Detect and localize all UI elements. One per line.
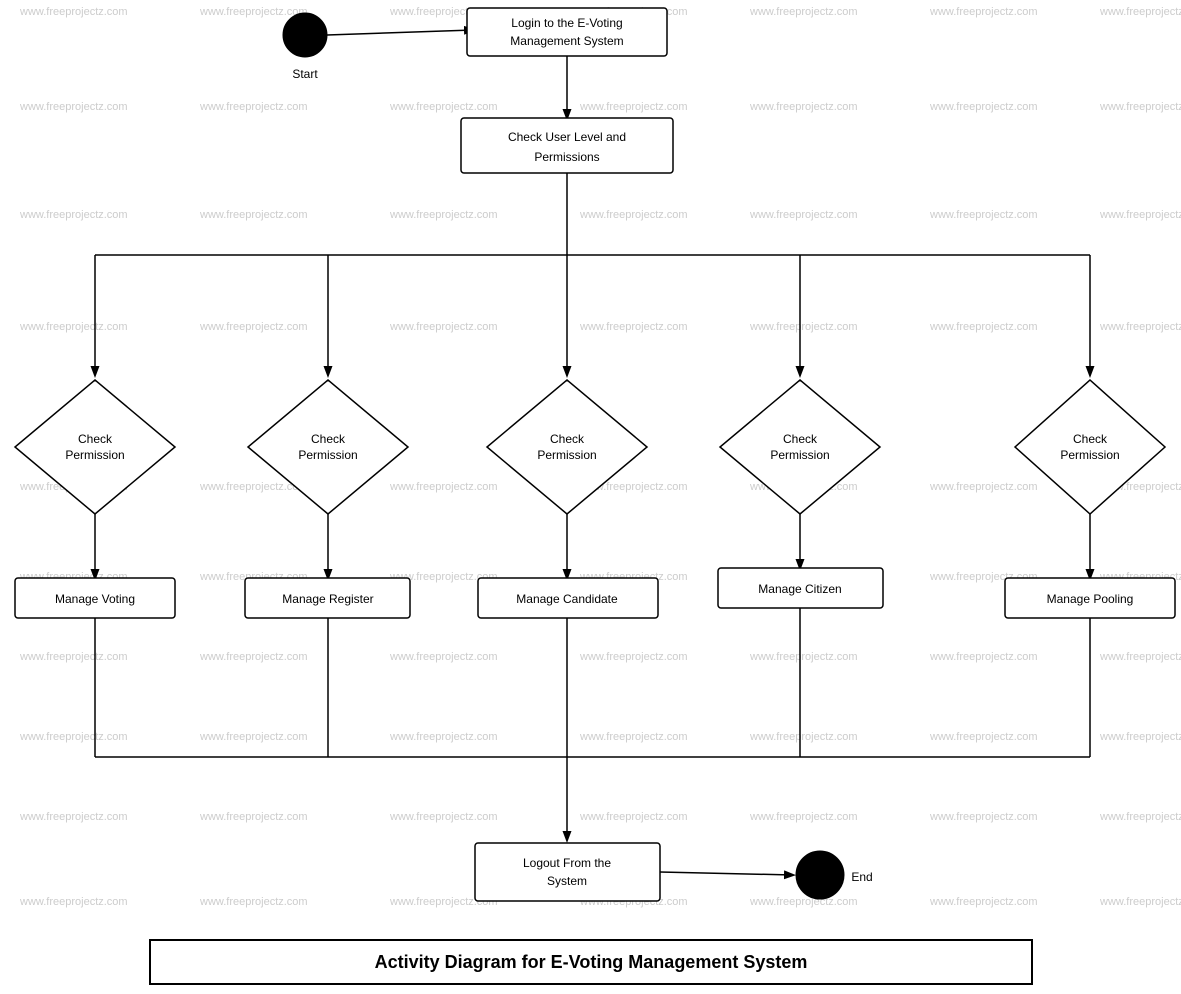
svg-text:www.freeprojectz.com: www.freeprojectz.com — [1099, 101, 1181, 113]
check-perm-3-diamond — [487, 380, 647, 514]
svg-text:www.freeprojectz.com: www.freeprojectz.com — [19, 811, 128, 823]
svg-text:www.freeprojectz.com: www.freeprojectz.com — [749, 731, 858, 743]
manage-voting-text: Manage Voting — [55, 592, 135, 606]
logout-text-1: Logout From the — [523, 856, 611, 870]
svg-text:www.freeprojectz.com: www.freeprojectz.com — [199, 321, 308, 333]
svg-text:www.freeprojectz.com: www.freeprojectz.com — [199, 101, 308, 113]
manage-candidate-text: Manage Candidate — [516, 592, 618, 606]
check-user-level-text-1: Check User Level and — [508, 130, 626, 144]
svg-text:www.freeprojectz.com: www.freeprojectz.com — [1099, 811, 1181, 823]
end-node — [796, 851, 844, 899]
login-text-1: Login to the E-Voting — [511, 16, 622, 30]
check-perm-4-diamond — [720, 380, 880, 514]
svg-text:www.freeprojectz.com: www.freeprojectz.com — [199, 209, 308, 221]
svg-text:www.freeprojectz.com: www.freeprojectz.com — [389, 321, 498, 333]
svg-text:www.freeprojectz.com: www.freeprojectz.com — [1099, 209, 1181, 221]
svg-text:www.freeprojectz.com: www.freeprojectz.com — [389, 731, 498, 743]
svg-text:www.freeprojectz.com: www.freeprojectz.com — [19, 651, 128, 663]
svg-text:www.freeprojectz.com: www.freeprojectz.com — [389, 811, 498, 823]
svg-text:www.freeprojectz.com: www.freeprojectz.com — [19, 321, 128, 333]
svg-text:www.freeprojectz.com: www.freeprojectz.com — [19, 731, 128, 743]
svg-text:www.freeprojectz.com: www.freeprojectz.com — [929, 101, 1038, 113]
check-user-level-text-2: Permissions — [534, 150, 599, 164]
svg-text:www.freeprojectz.com: www.freeprojectz.com — [1099, 731, 1181, 743]
svg-text:www.freeprojectz.com: www.freeprojectz.com — [929, 321, 1038, 333]
svg-text:www.freeprojectz.com: www.freeprojectz.com — [579, 321, 688, 333]
check-perm-4-text-1: Check — [783, 432, 818, 446]
svg-text:www.freeprojectz.com: www.freeprojectz.com — [579, 651, 688, 663]
svg-text:www.freeprojectz.com: www.freeprojectz.com — [389, 209, 498, 221]
svg-text:www.freeprojectz.com: www.freeprojectz.com — [19, 6, 128, 18]
svg-text:www.freeprojectz.com: www.freeprojectz.com — [749, 6, 858, 18]
svg-text:www.freeprojectz.com: www.freeprojectz.com — [1099, 651, 1181, 663]
svg-text:www.freeprojectz.com: www.freeprojectz.com — [389, 101, 498, 113]
start-label: Start — [292, 67, 318, 81]
diagram-container: www.freeprojectz.com www.freeprojectz.co… — [0, 0, 1181, 994]
svg-text:www.freeprojectz.com: www.freeprojectz.com — [199, 896, 308, 908]
svg-text:www.freeprojectz.com: www.freeprojectz.com — [749, 321, 858, 333]
check-perm-1-diamond — [15, 380, 175, 514]
manage-citizen-text: Manage Citizen — [758, 582, 841, 596]
svg-text:www.freeprojectz.com: www.freeprojectz.com — [579, 811, 688, 823]
svg-text:www.freeprojectz.com: www.freeprojectz.com — [199, 6, 308, 18]
svg-text:www.freeprojectz.com: www.freeprojectz.com — [749, 209, 858, 221]
check-perm-2-text-1: Check — [311, 432, 346, 446]
login-text-2: Management System — [510, 34, 623, 48]
check-perm-5-text-1: Check — [1073, 432, 1108, 446]
check-perm-2-text-2: Permission — [298, 448, 357, 462]
title-text: Activity Diagram for E-Voting Management… — [375, 952, 808, 972]
start-node — [283, 13, 327, 57]
svg-text:www.freeprojectz.com: www.freeprojectz.com — [19, 209, 128, 221]
svg-text:www.freeprojectz.com: www.freeprojectz.com — [929, 651, 1038, 663]
logout-text-2: System — [547, 874, 587, 888]
manage-register-text: Manage Register — [282, 592, 373, 606]
check-perm-4-text-2: Permission — [770, 448, 829, 462]
svg-text:www.freeprojectz.com: www.freeprojectz.com — [1099, 896, 1181, 908]
svg-text:www.freeprojectz.com: www.freeprojectz.com — [749, 101, 858, 113]
check-perm-3-text-1: Check — [550, 432, 585, 446]
check-perm-1-text-1: Check — [78, 432, 113, 446]
svg-text:www.freeprojectz.com: www.freeprojectz.com — [929, 896, 1038, 908]
svg-text:www.freeprojectz.com: www.freeprojectz.com — [749, 896, 858, 908]
svg-text:www.freeprojectz.com: www.freeprojectz.com — [199, 731, 308, 743]
svg-text:www.freeprojectz.com: www.freeprojectz.com — [929, 209, 1038, 221]
svg-text:www.freeprojectz.com: www.freeprojectz.com — [389, 481, 498, 493]
check-perm-1-text-2: Permission — [65, 448, 124, 462]
svg-text:www.freeprojectz.com: www.freeprojectz.com — [579, 101, 688, 113]
svg-text:www.freeprojectz.com: www.freeprojectz.com — [199, 651, 308, 663]
check-perm-3-text-2: Permission — [537, 448, 596, 462]
svg-text:www.freeprojectz.com: www.freeprojectz.com — [389, 651, 498, 663]
svg-text:www.freeprojectz.com: www.freeprojectz.com — [749, 651, 858, 663]
svg-text:www.freeprojectz.com: www.freeprojectz.com — [929, 731, 1038, 743]
svg-text:www.freeprojectz.com: www.freeprojectz.com — [929, 811, 1038, 823]
svg-text:www.freeprojectz.com: www.freeprojectz.com — [1099, 6, 1181, 18]
end-label: End — [851, 870, 872, 884]
svg-text:www.freeprojectz.com: www.freeprojectz.com — [749, 811, 858, 823]
svg-text:www.freeprojectz.com: www.freeprojectz.com — [929, 481, 1038, 493]
logout-box — [475, 843, 660, 901]
svg-text:www.freeprojectz.com: www.freeprojectz.com — [929, 6, 1038, 18]
svg-text:www.freeprojectz.com: www.freeprojectz.com — [199, 811, 308, 823]
svg-text:www.freeprojectz.com: www.freeprojectz.com — [579, 731, 688, 743]
check-perm-5-diamond — [1015, 380, 1165, 514]
svg-text:www.freeprojectz.com: www.freeprojectz.com — [1099, 321, 1181, 333]
check-user-level-box — [461, 118, 673, 173]
svg-text:www.freeprojectz.com: www.freeprojectz.com — [19, 101, 128, 113]
svg-text:www.freeprojectz.com: www.freeprojectz.com — [19, 896, 128, 908]
check-perm-5-text-2: Permission — [1060, 448, 1119, 462]
manage-pooling-text: Manage Pooling — [1047, 592, 1134, 606]
svg-text:www.freeprojectz.com: www.freeprojectz.com — [579, 209, 688, 221]
check-perm-2-diamond — [248, 380, 408, 514]
